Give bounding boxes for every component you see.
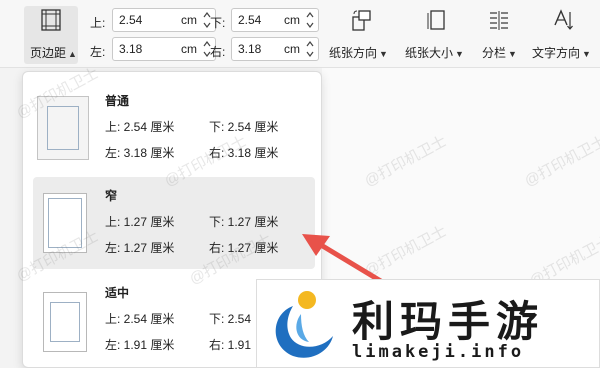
text-direction-label: 文字方向 xyxy=(532,46,581,60)
preset-right-value: 右: 1.91 xyxy=(209,338,252,352)
orientation-label: 纸张方向 xyxy=(329,46,378,60)
columns-button[interactable]: 分栏 ▼ xyxy=(476,6,522,64)
preset-top-value: 上: 2.54 厘米 xyxy=(105,312,175,326)
bottom-margin-input[interactable]: 2.54 cm xyxy=(231,8,319,32)
preset-narrow-thumbnail xyxy=(43,193,87,253)
text-direction-button[interactable]: 文字方向 ▼ xyxy=(528,6,600,64)
preset-top-value: 上: 2.54 厘米 xyxy=(105,120,175,134)
preset-top-value: 上: 1.27 厘米 xyxy=(105,215,175,229)
preset-left-value: 左: 3.18 厘米 xyxy=(105,146,175,160)
paper-size-button[interactable]: 纸张大小 ▼ xyxy=(402,6,472,64)
page-margin-icon xyxy=(41,9,61,31)
preset-left-value: 左: 1.27 厘米 xyxy=(105,241,175,255)
preset-title: 适中 xyxy=(105,286,130,300)
preset-normal[interactable]: 普通 上: 2.54 厘米 下: 2.54 厘米 左: 3.18 厘米 右: 3… xyxy=(33,82,315,174)
bottom-margin-label: 下: xyxy=(210,16,226,30)
page-margin-button[interactable]: 页边距 ▲ xyxy=(24,6,78,64)
preset-right-value: 右: 3.18 厘米 xyxy=(209,146,279,160)
spinner-arrows-icon[interactable] xyxy=(305,10,315,30)
preset-left-value: 左: 1.91 厘米 xyxy=(105,338,175,352)
preset-narrow[interactable]: 窄 上: 1.27 厘米 下: 1.27 厘米 左: 1.27 厘米 右: 1.… xyxy=(33,177,315,269)
preset-bottom-value: 下: 2.54 xyxy=(209,312,252,326)
text-direction-icon xyxy=(554,9,573,30)
preset-title: 普通 xyxy=(105,94,130,108)
paper-size-label: 纸张大小 xyxy=(405,46,454,60)
preset-normal-thumbnail xyxy=(37,96,89,160)
columns-label: 分栏 xyxy=(482,46,507,60)
left-margin-input[interactable]: 3.18 cm xyxy=(112,37,216,61)
paper-size-icon xyxy=(427,10,445,30)
chevron-down-icon: ▼ xyxy=(455,49,464,59)
site-logo: 利玛手游 limakeji.info xyxy=(256,279,600,368)
preset-right-value: 右: 1.27 厘米 xyxy=(209,241,279,255)
preset-bottom-value: 下: 1.27 厘米 xyxy=(209,215,279,229)
left-margin-label: 左: xyxy=(90,45,106,59)
orientation-icon xyxy=(352,10,371,31)
top-margin-label: 上: xyxy=(90,16,106,30)
logo-mark-icon xyxy=(275,291,333,358)
preset-title: 窄 xyxy=(105,189,118,203)
chevron-down-icon: ▼ xyxy=(582,49,591,59)
orientation-button[interactable]: 纸张方向 ▼ xyxy=(326,6,396,64)
right-margin-label: 右: xyxy=(210,45,226,59)
chevron-up-icon: ▲ xyxy=(68,49,77,59)
ribbon-toolbar: 页边距 ▲ 上: 2.54 cm 下: 2.54 cm 左: 3.18 cm 右:… xyxy=(0,0,600,68)
chevron-down-icon: ▼ xyxy=(379,49,388,59)
top-margin-input[interactable]: 2.54 cm xyxy=(112,8,216,32)
page-margin-label: 页边距 xyxy=(30,46,67,60)
columns-icon xyxy=(490,11,508,30)
preset-moderate-thumbnail xyxy=(43,292,87,352)
chevron-down-icon: ▼ xyxy=(508,49,517,59)
logo-chinese-text: 利玛手游 xyxy=(352,297,545,346)
right-margin-input[interactable]: 3.18 cm xyxy=(231,37,319,61)
preset-bottom-value: 下: 2.54 厘米 xyxy=(209,120,279,134)
logo-domain-text: limakeji.info xyxy=(352,342,525,362)
spinner-arrows-icon[interactable] xyxy=(305,39,315,59)
